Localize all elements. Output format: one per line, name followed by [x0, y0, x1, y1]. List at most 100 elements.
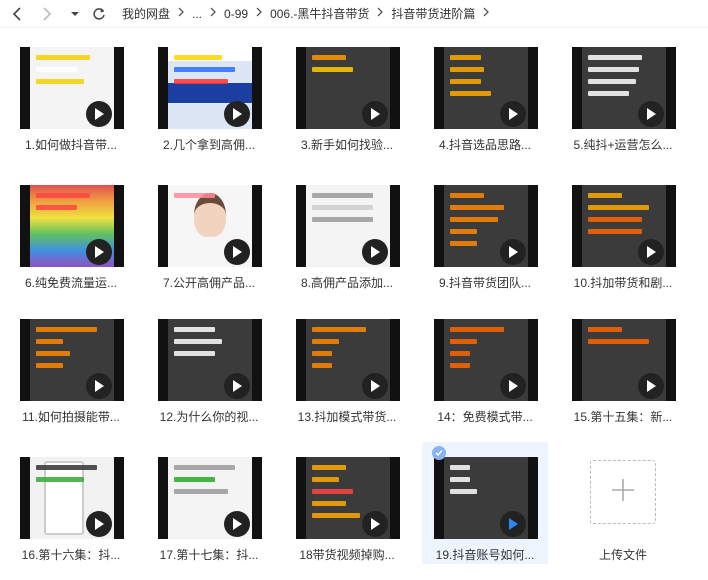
thumbnail-text-line — [588, 67, 639, 72]
upload-drop-area[interactable] — [590, 460, 656, 524]
play-icon[interactable] — [362, 511, 388, 537]
play-icon[interactable] — [500, 239, 526, 265]
thumbnail-text-line — [312, 477, 339, 482]
video-thumbnail — [572, 47, 676, 129]
play-icon[interactable] — [500, 101, 526, 127]
video-file-tile[interactable]: 16.第十六集：抖... — [8, 442, 134, 564]
video-file-tile[interactable]: 10.抖加带货和剧... — [560, 170, 686, 292]
thumbnail-text-line — [174, 327, 215, 332]
top-toolbar: 我的网盘... 0-99 006.-黑牛抖音带货 抖音带货进阶篇 — [0, 0, 708, 28]
forward-icon[interactable] — [36, 3, 58, 25]
breadcrumb-item[interactable]: 0-99 — [220, 7, 252, 21]
video-file-tile[interactable]: 9.抖音带货团队... — [422, 170, 548, 292]
breadcrumb-item[interactable]: 我的网盘 — [118, 5, 174, 22]
thumbnail-text-line — [312, 501, 346, 506]
video-file-tile[interactable]: 6.纯免费流量运... — [8, 170, 134, 292]
video-file-tile[interactable]: 12.为什么你的视... — [146, 304, 272, 426]
video-thumbnail — [158, 185, 262, 267]
video-file-tile[interactable]: 13.抖加模式带货... — [284, 304, 410, 426]
thumbnail-text-line — [450, 327, 504, 332]
thumbnail-text-line — [174, 477, 215, 482]
video-thumbnail — [20, 185, 124, 267]
play-icon[interactable] — [500, 373, 526, 399]
selected-check-icon[interactable] — [432, 446, 446, 460]
video-file-tile[interactable]: 15.第十五集：新... — [560, 304, 686, 426]
thumbnail-text-line — [450, 229, 477, 234]
refresh-icon[interactable] — [88, 3, 110, 25]
thumbnail-text-line — [450, 205, 504, 210]
video-file-tile[interactable]: 8.高佣产品添加... — [284, 170, 410, 292]
video-thumbnail — [20, 47, 124, 129]
thumbnail-text-line — [450, 193, 484, 198]
thumbnail-text-line — [588, 229, 642, 234]
file-name-label: 4.抖音选品思路... — [438, 138, 531, 152]
video-file-tile[interactable]: 18带货视频掉购... — [284, 442, 410, 564]
upload-label: 上传文件 — [598, 548, 647, 562]
thumbnail-text-line — [450, 241, 477, 246]
thumbnail-text-line — [36, 363, 63, 368]
video-thumbnail — [434, 185, 538, 267]
play-icon[interactable] — [224, 373, 250, 399]
play-icon[interactable] — [86, 373, 112, 399]
video-file-tile[interactable]: 3.新手如何找验... — [284, 32, 410, 154]
play-icon[interactable] — [224, 511, 250, 537]
video-file-tile[interactable]: 2.几个拿到高佣... — [146, 32, 272, 154]
video-thumbnail — [158, 457, 262, 539]
thumbnail-text-line — [312, 339, 339, 344]
play-icon[interactable] — [638, 101, 664, 127]
video-file-tile[interactable]: 17.第十七集：抖... — [146, 442, 272, 564]
thumbnail-text-line — [450, 477, 470, 482]
play-icon[interactable] — [500, 511, 526, 537]
video-thumbnail — [158, 47, 262, 129]
play-icon[interactable] — [362, 101, 388, 127]
thumbnail-text-line — [312, 67, 353, 72]
thumbnail-text-line — [312, 489, 353, 494]
video-file-tile[interactable]: 11.如何拍摄能带... — [8, 304, 134, 426]
breadcrumb-separator-icon — [373, 7, 387, 20]
video-file-tile[interactable]: 19.抖音账号如何... — [422, 442, 548, 564]
play-icon[interactable] — [224, 101, 250, 127]
breadcrumb-item[interactable]: 抖音带货进阶篇 — [387, 5, 479, 22]
play-icon[interactable] — [86, 511, 112, 537]
breadcrumb-item[interactable]: ... — [188, 7, 206, 21]
breadcrumb-separator-icon — [174, 7, 188, 20]
plus-icon — [609, 476, 637, 509]
file-name-label: 8.高佣产品添加... — [300, 276, 393, 290]
video-thumbnail — [434, 319, 538, 401]
video-file-tile[interactable]: 14：免费模式带... — [422, 304, 548, 426]
thumbnail-text-line — [312, 363, 332, 368]
upload-file-tile[interactable]: 上传文件 — [560, 442, 686, 564]
thumbnail-text-line — [174, 193, 215, 198]
thumbnail-text-line — [36, 339, 63, 344]
history-dropdown-icon[interactable] — [64, 3, 86, 25]
thumbnail-text-line — [588, 193, 622, 198]
file-name-label: 13.抖加模式带货... — [297, 410, 397, 424]
breadcrumb-item[interactable]: 006.-黑牛抖音带货 — [266, 5, 373, 22]
video-file-tile[interactable]: 7.公开高佣产品... — [146, 170, 272, 292]
file-name-label: 17.第十七集：抖... — [159, 548, 259, 562]
file-name-label: 9.抖音带货团队... — [438, 276, 531, 290]
play-icon[interactable] — [362, 373, 388, 399]
play-icon[interactable] — [86, 101, 112, 127]
video-file-tile[interactable]: 1.如何做抖音带... — [8, 32, 134, 154]
thumbnail-text-line — [588, 327, 622, 332]
thumbnail-text-line — [174, 339, 222, 344]
play-icon[interactable] — [638, 373, 664, 399]
play-icon[interactable] — [86, 239, 112, 265]
video-file-tile[interactable]: 4.抖音选品思路... — [422, 32, 548, 154]
thumbnail-text-line — [174, 465, 235, 470]
video-file-tile[interactable]: 5.纯抖+运营怎么... — [560, 32, 686, 154]
breadcrumb-separator-icon — [479, 7, 493, 20]
play-icon[interactable] — [224, 239, 250, 265]
thumbnail-text-line — [450, 363, 470, 368]
thumbnail-text-line — [36, 67, 77, 72]
back-icon[interactable] — [6, 3, 28, 25]
breadcrumb: 我的网盘... 0-99 006.-黑牛抖音带货 抖音带货进阶篇 — [118, 5, 493, 22]
thumbnail-text-line — [450, 67, 484, 72]
play-icon[interactable] — [638, 239, 664, 265]
file-name-label: 5.纯抖+运营怎么... — [573, 138, 673, 152]
thumbnail-text-line — [312, 465, 346, 470]
play-icon[interactable] — [362, 239, 388, 265]
thumbnail-text-line — [588, 79, 636, 84]
file-name-label: 15.第十五集：新... — [573, 410, 673, 424]
